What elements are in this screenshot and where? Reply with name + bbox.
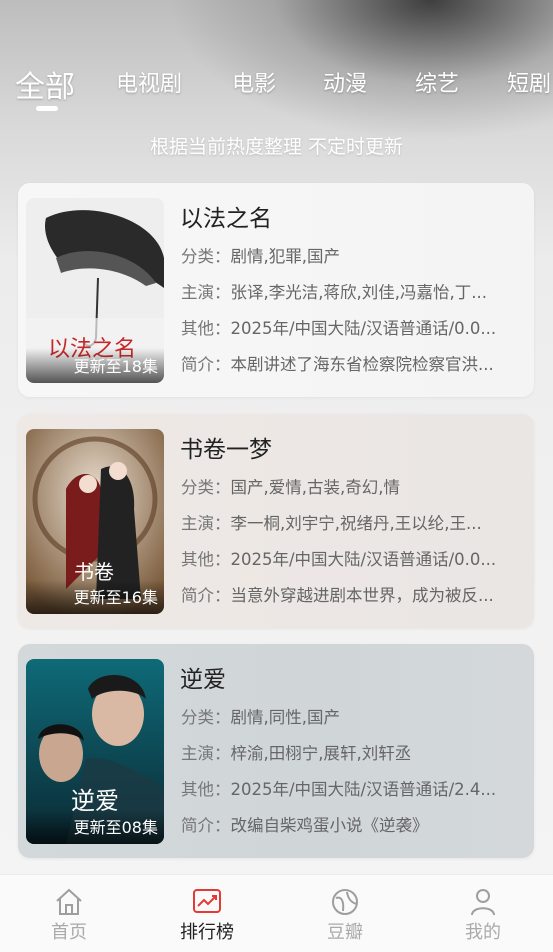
intro-row: 简介：本剧讲述了海东省检察院检察官洪...: [181, 355, 494, 374]
ranking-subtitle: 根据当前热度整理 不定时更新: [149, 136, 404, 158]
intro-row: 简介：当意外穿越进剧本世界，成为被反...: [181, 586, 494, 605]
update-badge: 更新至08集: [26, 810, 164, 844]
other-row: 其他：2025年/中国大陆/汉语普通话/0.0...: [181, 319, 497, 338]
nav-douban[interactable]: 豆瓣: [276, 875, 414, 952]
nav-home[interactable]: 首页: [0, 875, 138, 952]
tab-short[interactable]: 短剧: [507, 66, 551, 98]
category-tabs: 全部 电视剧 电影 动漫 综艺 短剧: [0, 52, 553, 112]
cast-row: 主演：李一桐,刘宇宁,祝绪丹,王以纶,王...: [181, 514, 482, 533]
other-row: 其他：2025年/中国大陆/汉语普通话/2.4...: [181, 780, 497, 799]
category-row: 分类：剧情,同性,国产: [181, 708, 340, 727]
tab-all[interactable]: 全部: [15, 62, 75, 106]
cast-row: 主演：梓渝,田栩宁,展轩,刘轩丞: [181, 744, 412, 763]
show-title: 逆爱: [180, 667, 226, 693]
active-tab-indicator: [36, 106, 58, 111]
poster-image: 以法之名 更新至18集: [26, 198, 164, 383]
tab-variety[interactable]: 综艺: [415, 66, 459, 98]
category-row: 分类：剧情,犯罪,国产: [181, 247, 340, 266]
category-row: 分类：国产,爱情,古装,奇幻,情: [181, 478, 400, 497]
nav-ranking[interactable]: 排行榜: [138, 875, 276, 952]
show-title: 书卷一梦: [180, 437, 272, 463]
poster-image: 逆爱 更新至08集: [26, 659, 164, 844]
update-badge: 更新至16集: [26, 580, 164, 614]
tab-anime[interactable]: 动漫: [323, 66, 367, 98]
tab-tv[interactable]: 电视剧: [116, 66, 182, 98]
tab-movie[interactable]: 电影: [232, 66, 276, 98]
douban-icon: [332, 889, 358, 915]
cast-row: 主演：张译,李光洁,蒋欣,刘佳,冯嘉怡,丁...: [181, 283, 487, 302]
poster-image: 书卷 更新至16集: [26, 429, 164, 614]
nav-mine[interactable]: 我的: [414, 875, 552, 952]
intro-row: 简介：改编自柴鸡蛋小说《逆袭》: [181, 816, 429, 835]
ranking-card[interactable]: 逆爱 更新至08集 逆爱 分类：剧情,同性,国产 主演：梓渝,田栩宁,展轩,刘轩…: [18, 644, 534, 858]
home-icon: [56, 888, 82, 915]
chart-icon: [193, 889, 221, 913]
bottom-navigation: 首页 排行榜 豆瓣 我的: [0, 874, 553, 952]
other-row: 其他：2025年/中国大陆/汉语普通话/0.0...: [181, 550, 497, 569]
ranking-card[interactable]: 书卷 更新至16集 书卷一梦 分类：国产,爱情,古装,奇幻,情 主演：李一桐,刘…: [18, 414, 534, 628]
ranking-card[interactable]: 以法之名 更新至18集 以法之名 分类：剧情,犯罪,国产 主演：张译,李光洁,蒋…: [18, 183, 534, 397]
user-icon: [471, 889, 495, 916]
show-title: 以法之名: [180, 206, 272, 232]
update-badge: 更新至18集: [26, 349, 164, 383]
